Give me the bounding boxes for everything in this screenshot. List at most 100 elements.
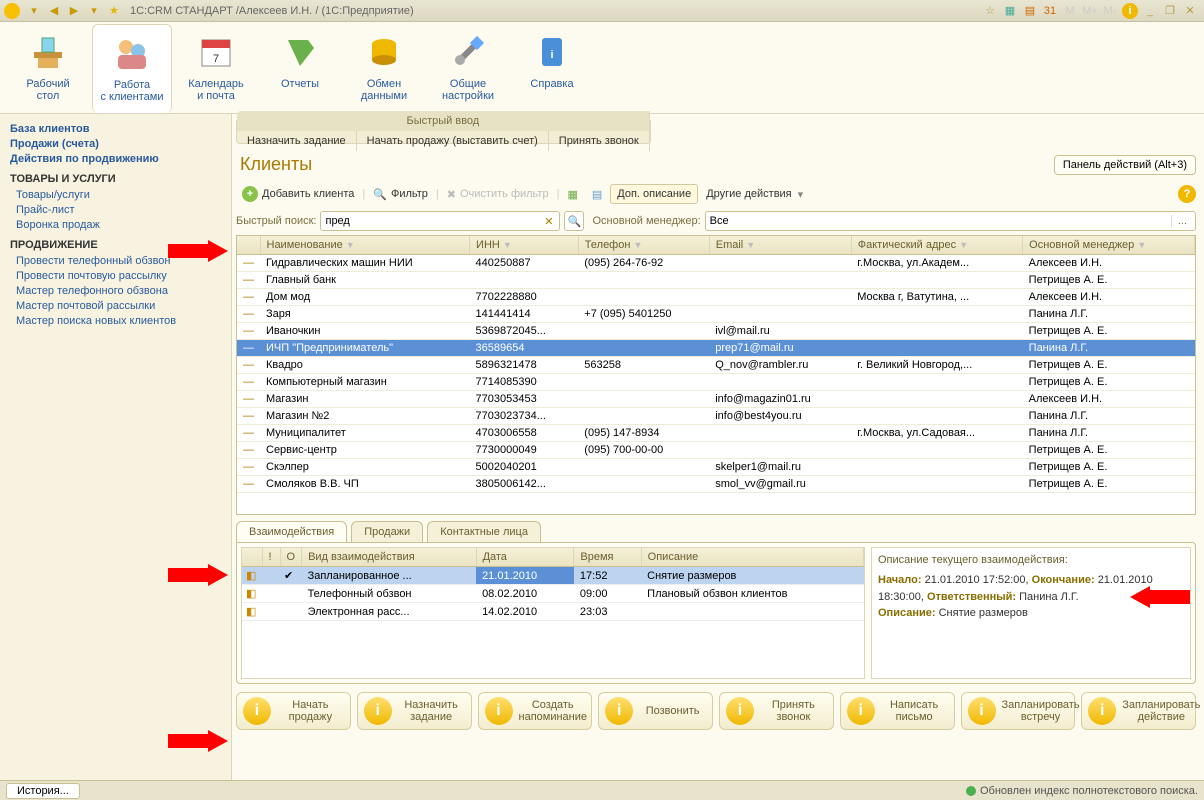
app-logo-icon <box>4 3 20 19</box>
tab[interactable]: Контактные лица <box>427 521 541 542</box>
toolbar-help[interactable]: iСправка <box>512 24 592 113</box>
calendar-icon[interactable]: ▤ <box>1022 3 1038 19</box>
grid-col-header[interactable]: Email ▼ <box>709 236 851 255</box>
subgrid-col-header[interactable] <box>242 548 262 567</box>
sidebar-link[interactable]: Продажи (счета) <box>10 138 221 150</box>
grid-col-header[interactable]: Основной менеджер ▼ <box>1023 236 1195 255</box>
sidebar-link[interactable]: Мастер телефонного обзвона <box>16 285 221 297</box>
cell-date: 14.02.2010 <box>476 603 574 621</box>
history-button[interactable]: История... <box>6 783 80 799</box>
table-row[interactable]: —Квадро5896321478563258Q_nov@rambler.ruг… <box>237 357 1195 374</box>
filter-button[interactable]: 🔍Фильтр <box>367 185 434 204</box>
sidebar-link[interactable]: Провести телефонный обзвон <box>16 255 221 267</box>
table-row[interactable]: —ИЧП "Предприниматель"36589654prep71@mai… <box>237 340 1195 357</box>
quick-search-field[interactable]: ✕ <box>320 211 560 231</box>
table-row[interactable]: —Компьютерный магазин7714085390Петрищев … <box>237 374 1195 391</box>
date-icon[interactable]: 31 <box>1042 3 1058 19</box>
tab[interactable]: Взаимодействия <box>236 521 347 542</box>
add-client-button[interactable]: +Добавить клиента <box>236 183 360 205</box>
cell-mgr: Алексеев И.Н. <box>1023 255 1195 272</box>
table-row[interactable]: —Сервис-центр7730000049(095) 700-00-00Пе… <box>237 442 1195 459</box>
sidebar-link[interactable]: Мастер поиска новых клиентов <box>16 315 221 327</box>
toolbar-settings[interactable]: Общиенастройки <box>428 24 508 113</box>
maximize-icon[interactable]: ❐ <box>1162 3 1178 19</box>
action-button[interactable]: iПозвонить <box>598 692 713 730</box>
extra-desc-button[interactable]: Доп. описание <box>610 184 698 204</box>
sidebar-link[interactable]: Товары/услуги <box>16 189 221 201</box>
action-button[interactable]: iЗапланироватьвстречу <box>961 692 1076 730</box>
interactions-grid[interactable]: !ОВид взаимодействияДатаВремяОписание◧✔З… <box>241 547 865 679</box>
grid-col-header[interactable]: Фактический адрес ▼ <box>851 236 1022 255</box>
table-row[interactable]: —Заря141441414+7 (095) 5401250Панина Л.Г… <box>237 306 1195 323</box>
subgrid-col-header[interactable]: Дата <box>476 548 574 567</box>
subgrid-col-header[interactable]: Описание <box>641 548 863 567</box>
sidebar-link[interactable]: Провести почтовую рассылку <box>16 270 221 282</box>
m-plus-icon[interactable]: M+ <box>1082 3 1098 19</box>
fav-star-icon[interactable]: ☆ <box>982 3 998 19</box>
other-actions-button[interactable]: Другие действия▾ <box>700 185 809 204</box>
subgrid-row[interactable]: ◧Телефонный обзвон08.02.201009:00Плановы… <box>242 585 864 603</box>
action-button[interactable]: iЗапланироватьдействие <box>1081 692 1196 730</box>
nav-dd-icon[interactable]: ▾ <box>85 2 103 20</box>
icon-button-2[interactable]: ▤ <box>586 185 608 204</box>
grid-col-header[interactable]: Телефон ▼ <box>578 236 709 255</box>
grid-col-header[interactable]: Наименование ▼ <box>260 236 470 255</box>
table-row[interactable]: —Иваночкин5369872045...ivl@mail.ruПетрищ… <box>237 323 1195 340</box>
subgrid-row[interactable]: ◧✔Запланированное ...21.01.201017:52Снят… <box>242 567 864 585</box>
action-button[interactable]: iНачатьпродажу <box>236 692 351 730</box>
help-icon[interactable]: ? <box>1178 185 1196 203</box>
subgrid-col-header[interactable]: Время <box>574 548 641 567</box>
m-minus-icon[interactable]: M- <box>1102 3 1118 19</box>
search-go-button[interactable]: 🔍 <box>564 211 584 231</box>
subgrid-col-header[interactable]: Вид взаимодействия <box>302 548 477 567</box>
table-row[interactable]: —Смоляков В.В. ЧП3805006142...smol_vv@gm… <box>237 476 1195 493</box>
nav-fwd-icon[interactable]: ▶ <box>65 2 83 20</box>
manager-picker-icon[interactable]: ... <box>1171 215 1193 227</box>
close-icon[interactable]: ✕ <box>1182 3 1198 19</box>
cell-inn: 7703023734... <box>470 408 579 425</box>
tab[interactable]: Продажи <box>351 521 423 542</box>
toolbar-reports[interactable]: Отчеты <box>260 24 340 113</box>
sidebar-link[interactable]: Мастер почтовой рассылки <box>16 300 221 312</box>
nav-back-icon[interactable]: ◀ <box>45 2 63 20</box>
table-row[interactable]: —Магазин7703053453info@magazin01.ruАлекс… <box>237 391 1195 408</box>
table-row[interactable]: —Магазин №27703023734...info@best4you.ru… <box>237 408 1195 425</box>
subgrid-col-header[interactable]: ! <box>262 548 280 567</box>
sidebar-link[interactable]: Прайс-лист <box>16 204 221 216</box>
m-icon[interactable]: M <box>1062 3 1078 19</box>
quick-search-input[interactable] <box>325 215 540 227</box>
favorite-icon[interactable]: ★ <box>105 2 123 20</box>
action-button[interactable]: iНазначитьзадание <box>357 692 472 730</box>
table-row[interactable]: —Главный банкПетрищев А. Е. <box>237 272 1195 289</box>
clear-search-icon[interactable]: ✕ <box>540 215 557 228</box>
clients-grid[interactable]: Наименование ▼ИНН ▼Телефон ▼Email ▼Факти… <box>236 235 1196 515</box>
toolbar-desk[interactable]: Рабочийстол <box>8 24 88 113</box>
sidebar-link[interactable]: База клиентов <box>10 123 221 135</box>
toolbar-clients[interactable]: Работас клиентами <box>92 24 172 113</box>
dropdown-icon[interactable]: ▾ <box>25 2 43 20</box>
subgrid-col-header[interactable]: О <box>280 548 302 567</box>
table-row[interactable]: —Гидравлических машин НИИ440250887(095) … <box>237 255 1195 272</box>
table-row[interactable]: —Скэлпер5002040201skelper1@mail.ruПетрищ… <box>237 459 1195 476</box>
info-icon[interactable]: i <box>1122 3 1138 19</box>
sidebar-link[interactable]: Воронка продаж <box>16 219 221 231</box>
action-button[interactable]: iПринятьзвонок <box>719 692 834 730</box>
grid-col-header[interactable]: ИНН ▼ <box>470 236 579 255</box>
icon-button-1[interactable]: ▦ <box>561 185 583 204</box>
toolbar-calendar[interactable]: 7Календарьи почта <box>176 24 256 113</box>
action-button[interactable]: iНаписатьписьмо <box>840 692 955 730</box>
toolbar-sync[interactable]: Обменданными <box>344 24 424 113</box>
subgrid-row[interactable]: ◧Электронная расс...14.02.201023:03 <box>242 603 864 621</box>
funnel-icon: 🔍 <box>373 188 387 201</box>
table-row[interactable]: —Муниципалитет4703006558(095) 147-8934г.… <box>237 425 1195 442</box>
action-button[interactable]: iСоздатьнапоминание <box>478 692 593 730</box>
clear-filter-button[interactable]: ✖Очистить фильтр <box>441 185 555 204</box>
sidebar-link[interactable]: Действия по продвижению <box>10 153 221 165</box>
statusbar: История... Обновлен индекс полнотекстово… <box>0 780 1204 800</box>
calc-icon[interactable]: ▦ <box>1002 3 1018 19</box>
minimize-icon[interactable]: _ <box>1142 3 1158 19</box>
manager-select[interactable]: Все ... <box>705 211 1196 231</box>
action-button-label: Принятьзвонок <box>760 699 827 723</box>
panel-actions-button[interactable]: Панель действий (Alt+3) <box>1054 155 1196 175</box>
table-row[interactable]: —Дом мод7702228880Москва г, Ватутина, ..… <box>237 289 1195 306</box>
